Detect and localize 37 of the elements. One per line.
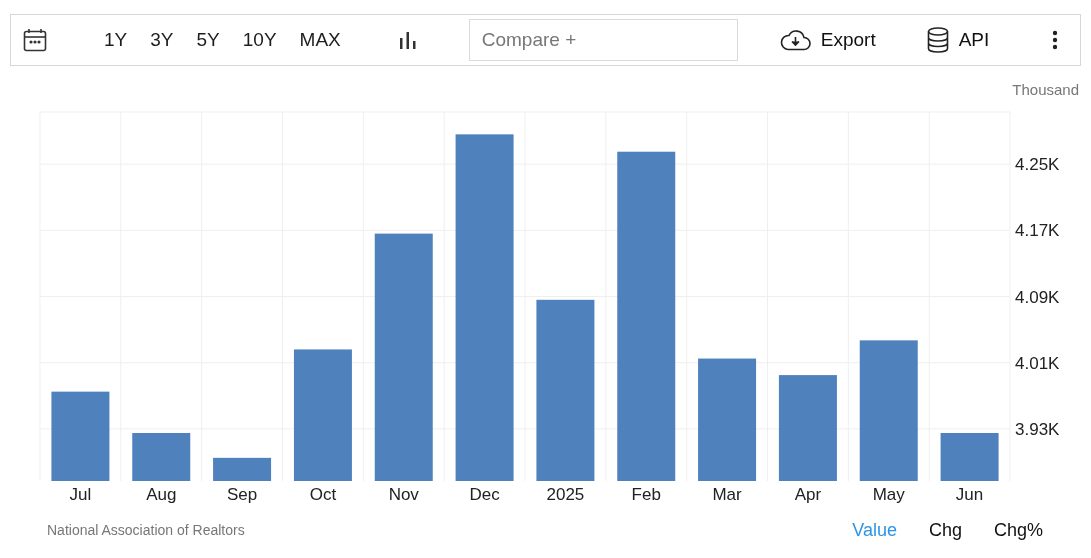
database-icon: [926, 27, 949, 53]
axis-tick-label: Jun: [955, 485, 984, 503]
view-tab[interactable]: Chg: [928, 517, 962, 544]
axis-tick-label: Dec: [469, 485, 500, 503]
calendar-icon[interactable]: [23, 28, 47, 52]
axis-tick-label: May: [872, 485, 905, 503]
view-tab[interactable]: Chg%: [993, 517, 1043, 544]
range-button[interactable]: 3Y: [150, 25, 174, 55]
axis-tick-label: 3.93K: [1015, 419, 1060, 439]
api-button[interactable]: API: [926, 25, 990, 55]
export-button[interactable]: Export: [779, 25, 876, 55]
unit-label: Thousand: [1012, 81, 1079, 98]
axis-tick-label: Jul: [69, 485, 92, 503]
bar: [213, 457, 272, 481]
axis-tick-label: Mar: [712, 485, 742, 503]
axis-tick-label: 2025: [546, 485, 585, 503]
axis-tick-label: 4.01K: [1015, 353, 1060, 373]
bar-chart-icon[interactable]: [398, 30, 417, 50]
axis-tick-label: 4.09K: [1015, 287, 1060, 307]
axis-tick-label: Oct: [309, 485, 337, 503]
bar: [940, 433, 999, 481]
axis-tick-label: Apr: [794, 485, 822, 503]
axis-tick-label: 4.25K: [1015, 155, 1060, 175]
range-button[interactable]: 10Y: [242, 25, 277, 55]
range-button[interactable]: 1Y: [104, 25, 128, 55]
axis-tick-label: 4.17K: [1015, 221, 1060, 241]
range-button[interactable]: 5Y: [196, 25, 220, 55]
axis-tick-label: Nov: [388, 485, 419, 503]
source-text: National Association of Realtors: [47, 521, 245, 540]
axis-tick-label: Aug: [146, 485, 177, 503]
axis-tick-label: Sep: [226, 485, 258, 503]
axis-tick-label: Feb: [631, 485, 661, 503]
compare-field[interactable]: Compare +: [468, 19, 738, 61]
cloud-download-icon: [779, 29, 811, 51]
bar: [132, 433, 191, 481]
range-button[interactable]: MAX: [299, 25, 341, 55]
more-icon[interactable]: [1052, 30, 1058, 50]
